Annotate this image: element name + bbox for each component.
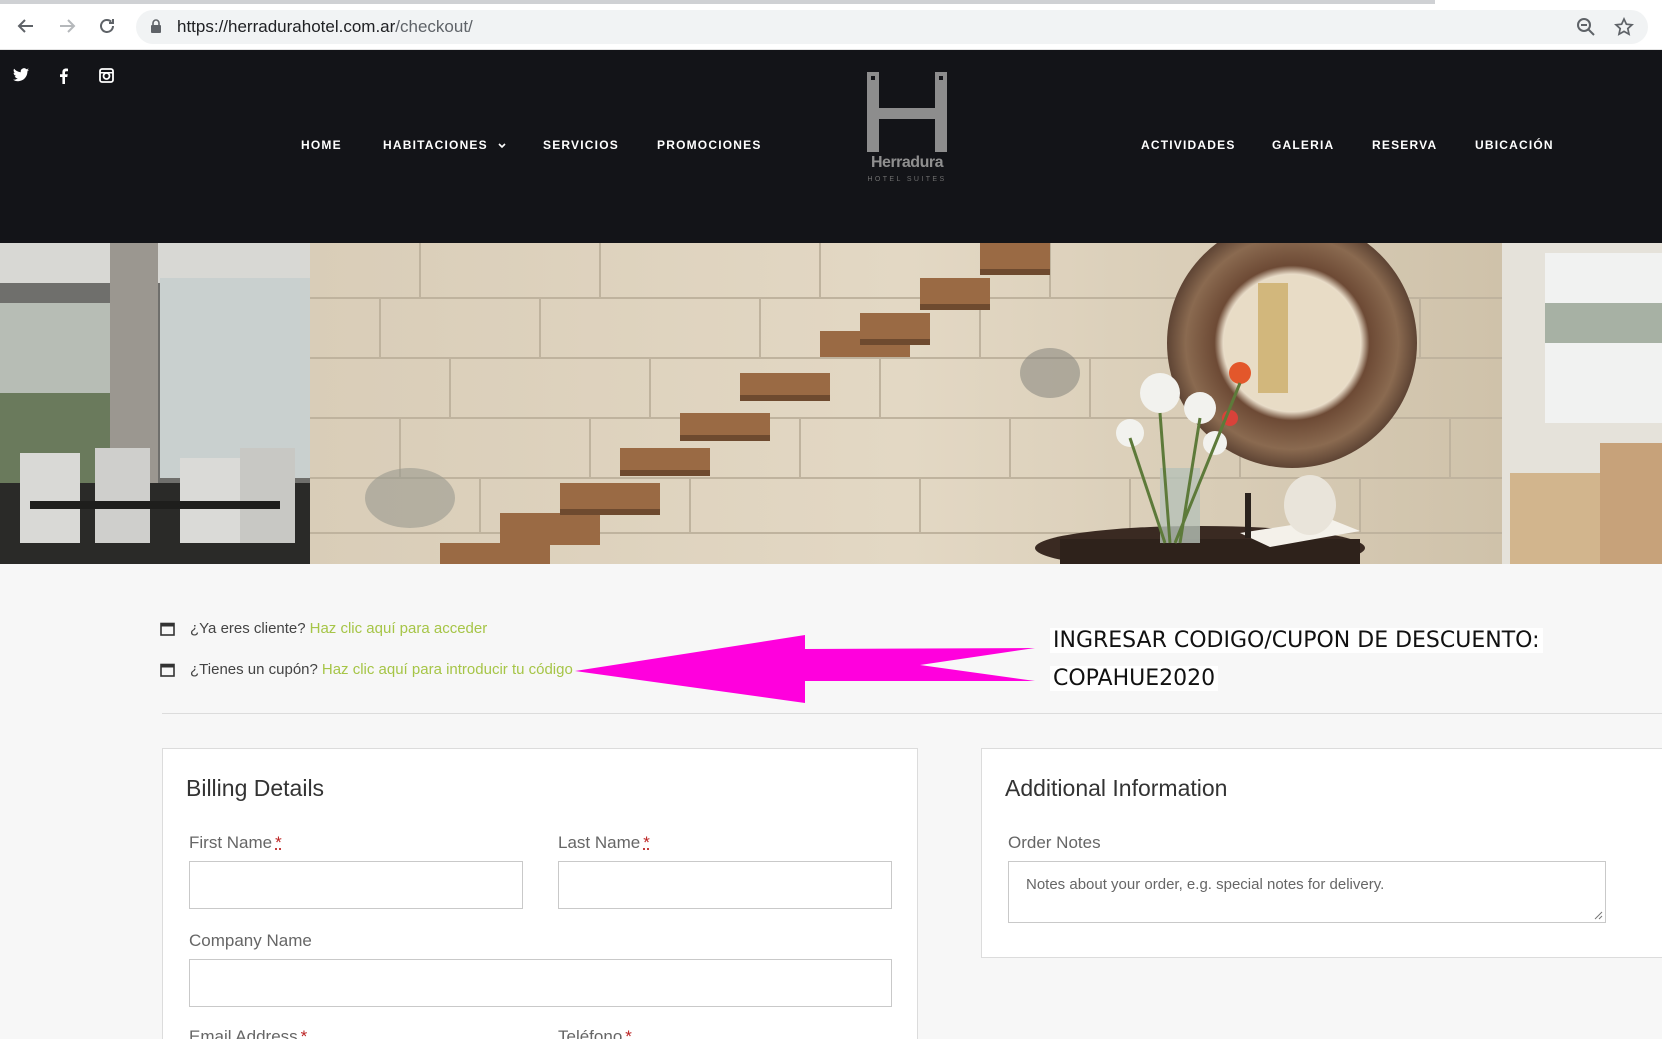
last-name-input[interactable] <box>558 861 892 909</box>
url-host: https://herradurahotel.com.ar <box>177 17 396 36</box>
nav-habitaciones[interactable]: HABITACIONES <box>383 138 506 152</box>
horseshoe-logo-icon <box>867 72 947 152</box>
hero-banner-photo <box>0 243 1662 564</box>
first-name-input[interactable] <box>189 861 523 909</box>
url-path: /checkout/ <box>395 17 473 36</box>
arrow-right-icon <box>60 19 76 33</box>
url-text: https://herradurahotel.com.ar/checkout/ <box>177 17 473 37</box>
reload-icon <box>100 19 114 33</box>
arrow-left-icon <box>17 19 33 33</box>
nav-actividades[interactable]: ACTIVIDADES <box>1141 138 1236 152</box>
order-notes-textarea[interactable] <box>1008 861 1606 923</box>
company-name-label: Company Name <box>189 931 312 950</box>
nav-reserva[interactable]: RESERVA <box>1372 138 1437 152</box>
address-bar[interactable]: https://herradurahotel.com.ar/checkout/ <box>136 10 1648 44</box>
billing-details-panel: Billing Details First Name * Last Name * C… <box>162 748 918 1039</box>
notice-divider <box>162 713 1662 714</box>
instagram-icon[interactable] <box>99 68 114 83</box>
required-mark: * <box>300 1027 308 1039</box>
billing-details-title: Billing Details <box>186 775 325 801</box>
forward-button[interactable] <box>55 14 79 38</box>
calendar-icon <box>160 663 175 677</box>
bookmark-star-icon[interactable] <box>1614 17 1634 37</box>
annotation-line-1: INGRESAR CODIGO/CUPON DE DESCUENTO: <box>1050 628 1543 653</box>
browser-toolbar: https://herradurahotel.com.ar/checkout/ <box>0 0 1662 50</box>
resize-grip-icon[interactable] <box>1593 910 1603 920</box>
coupon-question-text: ¿Tienes un cupón? <box>190 661 318 678</box>
pink-arrow-annotation <box>575 635 1035 703</box>
last-name-label-text: Last Name <box>558 833 641 852</box>
email-address-label-text: Email Address <box>189 1027 298 1039</box>
site-header: HOME HABITACIONES SERVICIOS PROMOCIONES … <box>0 50 1662 243</box>
coupon-notice: ¿Tienes un cupón? Haz clic aquí para int… <box>160 661 573 678</box>
first-name-label: First Name * <box>189 833 282 853</box>
required-mark: * <box>643 833 650 852</box>
required-mark: * <box>625 1027 632 1039</box>
nav-ubicacion[interactable]: UBICACIÓN <box>1475 138 1554 152</box>
returning-customer-text: ¿Ya eres cliente? <box>190 620 306 637</box>
twitter-icon[interactable] <box>13 68 29 82</box>
back-button[interactable] <box>14 14 38 38</box>
lock-icon <box>151 19 161 33</box>
lobby-stair-photo <box>0 243 1662 564</box>
returning-customer-notice: ¿Ya eres cliente? Haz clic aquí para acc… <box>160 620 487 637</box>
hotel-logo[interactable]: Herradura HOTEL SUITES <box>866 72 948 192</box>
email-address-label: Email Address * <box>189 1027 307 1039</box>
annotation-coupon-code: COPAHUE2020 <box>1050 666 1219 691</box>
reload-button[interactable] <box>95 14 119 38</box>
phone-label: Teléfono * <box>558 1027 632 1039</box>
phone-label-text: Teléfono <box>558 1027 623 1039</box>
order-notes-label: Order Notes <box>1008 833 1101 852</box>
company-name-input[interactable] <box>189 959 892 1007</box>
nav-habitaciones-label: HABITACIONES <box>383 138 488 152</box>
last-name-label: Last Name * <box>558 833 650 853</box>
logo-subtitle: HOTEL SUITES <box>867 176 947 183</box>
additional-information-panel: Additional Information Order Notes <box>981 748 1662 958</box>
nav-servicios[interactable]: SERVICIOS <box>543 138 619 152</box>
first-name-label-text: First Name <box>189 833 273 852</box>
nav-home[interactable]: HOME <box>301 138 342 152</box>
login-link[interactable]: Haz clic aquí para acceder <box>310 620 488 637</box>
zoom-icon[interactable] <box>1576 17 1596 37</box>
page-load-progress <box>0 0 1435 4</box>
nav-galeria[interactable]: GALERIA <box>1272 138 1334 152</box>
additional-information-title: Additional Information <box>1005 775 1228 801</box>
logo-wordmark: Herradura <box>871 154 943 171</box>
facebook-icon[interactable] <box>59 68 68 84</box>
nav-promociones[interactable]: PROMOCIONES <box>657 138 762 152</box>
required-mark: * <box>275 833 282 852</box>
calendar-icon <box>160 622 175 636</box>
chevron-down-icon <box>498 143 506 148</box>
coupon-link[interactable]: Haz clic aquí para introducir tu código <box>322 661 573 678</box>
